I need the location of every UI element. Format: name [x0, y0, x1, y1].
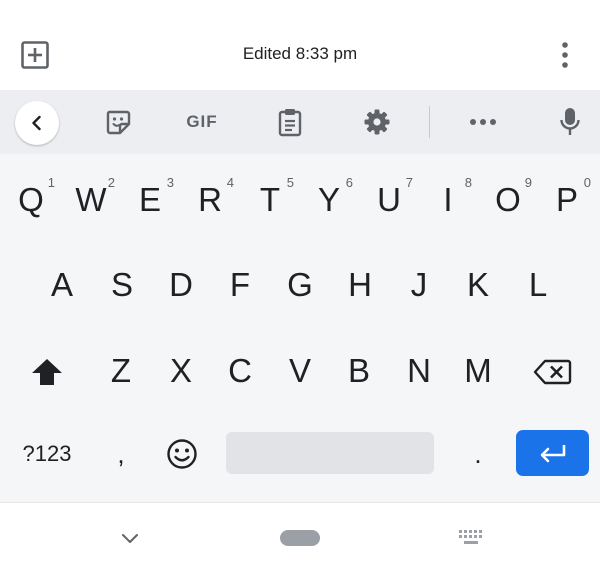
backspace-key[interactable] — [524, 350, 582, 394]
clipboard-icon[interactable] — [268, 98, 312, 146]
symbols-key[interactable]: ?123 — [10, 432, 84, 476]
shift-arrow-icon — [32, 359, 62, 385]
key-i[interactable]: I8 — [418, 165, 478, 235]
period-key[interactable]: . — [450, 432, 506, 476]
key-e[interactable]: E3 — [120, 165, 180, 235]
key-f[interactable]: F — [210, 250, 270, 320]
comma-key[interactable]: , — [95, 432, 147, 476]
key-q[interactable]: Q1 — [1, 165, 61, 235]
enter-key[interactable] — [516, 430, 589, 476]
key-g[interactable]: G — [270, 250, 330, 320]
key-j[interactable]: J — [389, 250, 449, 320]
key-a[interactable]: A — [32, 250, 92, 320]
key-z[interactable]: Z — [91, 336, 151, 406]
sticker-icon[interactable] — [96, 98, 140, 146]
key-h[interactable]: H — [330, 250, 390, 320]
chevron-down-icon[interactable] — [114, 522, 146, 554]
keyboard-switch-icon[interactable] — [455, 522, 487, 554]
key-o[interactable]: O9 — [478, 165, 538, 235]
shift-key[interactable] — [18, 350, 76, 394]
emoji-key[interactable] — [154, 432, 210, 476]
page-title: Edited 8:33 pm — [242, 44, 358, 63]
key-d[interactable]: D — [151, 250, 211, 320]
toolbar-divider — [429, 106, 430, 138]
key-t[interactable]: T5 — [240, 165, 300, 235]
key-m[interactable]: M — [448, 336, 508, 406]
gif-icon[interactable]: GIF — [180, 98, 224, 146]
key-c[interactable]: C — [210, 336, 270, 406]
key-w[interactable]: W2 — [61, 165, 121, 235]
key-l[interactable]: L — [508, 250, 568, 320]
key-y[interactable]: Y6 — [299, 165, 359, 235]
space-key[interactable] — [226, 432, 434, 474]
key-v[interactable]: V — [270, 336, 330, 406]
key-n[interactable]: N — [389, 336, 449, 406]
key-x[interactable]: X — [151, 336, 211, 406]
emoji-smiley-icon — [167, 439, 197, 469]
microphone-icon[interactable] — [548, 98, 592, 146]
backspace-icon — [533, 359, 572, 385]
key-r[interactable]: R4 — [180, 165, 240, 235]
key-b[interactable]: B — [329, 336, 389, 406]
home-pill-button[interactable] — [280, 530, 320, 546]
settings-gear-icon[interactable] — [355, 98, 399, 146]
key-k[interactable]: K — [448, 250, 508, 320]
key-s[interactable]: S — [92, 250, 152, 320]
more-horiz-icon[interactable] — [461, 98, 505, 146]
more-vert-icon[interactable] — [553, 40, 577, 70]
enter-arrow-icon — [540, 445, 565, 463]
key-p[interactable]: P0 — [537, 165, 597, 235]
back-arrow-icon[interactable] — [15, 101, 59, 145]
key-u[interactable]: U7 — [359, 165, 419, 235]
